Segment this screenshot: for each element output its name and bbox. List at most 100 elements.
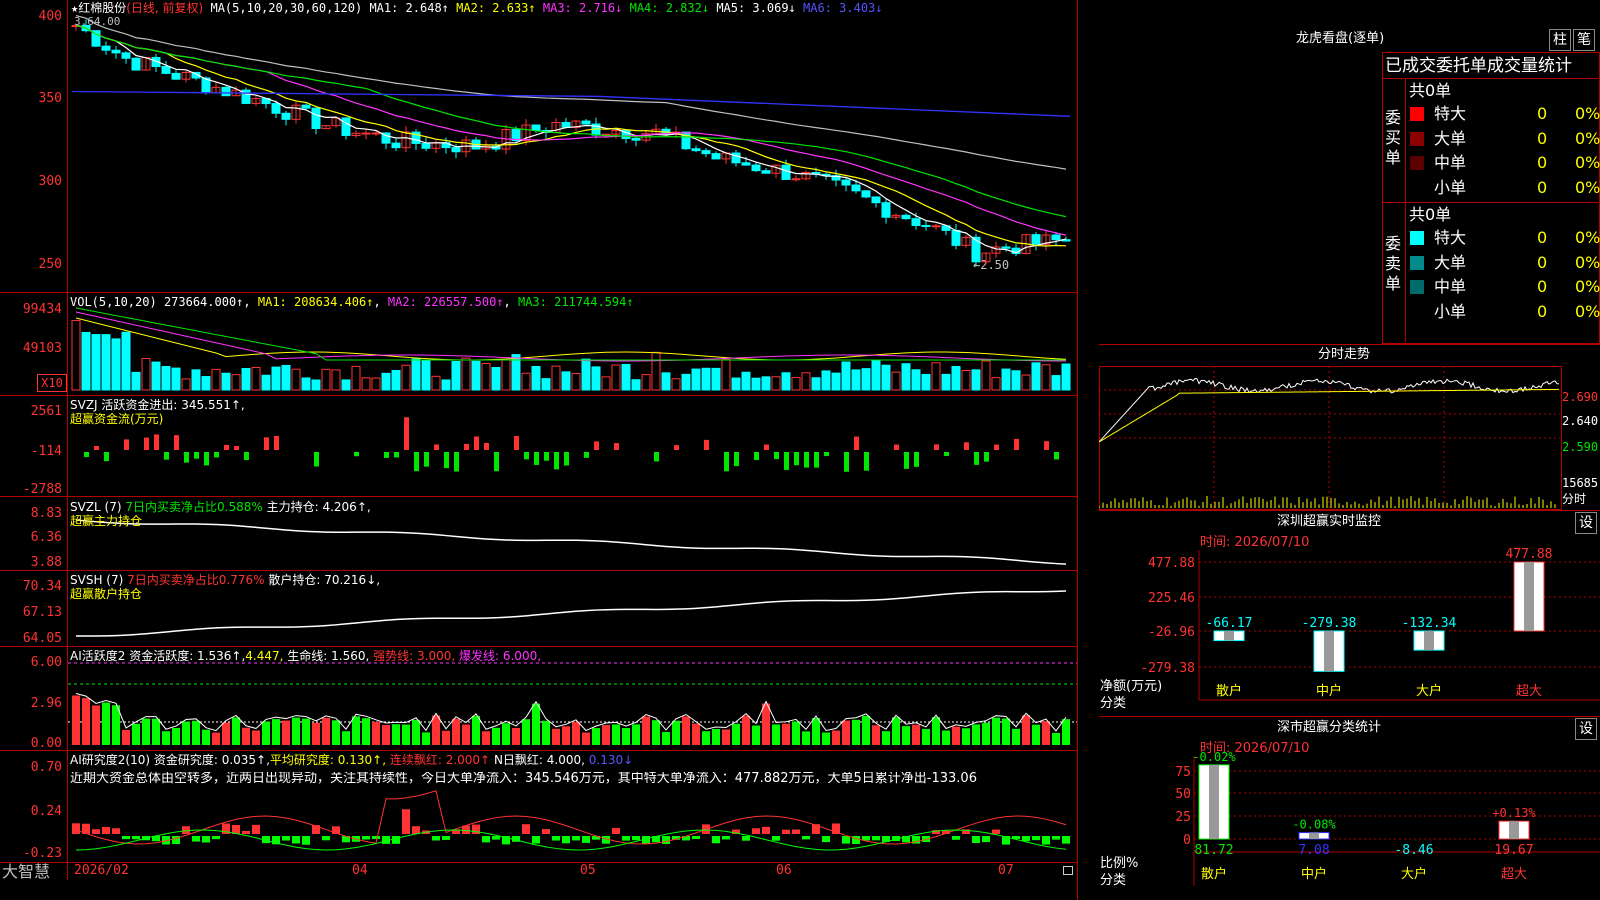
row-count: 0 (1537, 301, 1548, 321)
volume-bar (1001, 368, 1011, 391)
activity-bar (502, 723, 510, 745)
row-count: 0 (1537, 228, 1548, 247)
buy-side-label: 委买单 (1385, 108, 1402, 167)
volume-bar (721, 358, 731, 391)
flow-bar (804, 452, 809, 468)
research-bar (762, 826, 770, 834)
activity-bar (122, 729, 130, 745)
activity-bar (1052, 732, 1060, 745)
flow-bar (674, 445, 679, 450)
volume-bar (541, 378, 551, 391)
candle (751, 164, 761, 172)
legend-swatch (1410, 231, 1424, 245)
research-bar (822, 836, 830, 843)
candle (631, 138, 641, 141)
volume-bar (761, 376, 771, 391)
flow-bar (264, 437, 269, 450)
volume-bar (941, 373, 951, 391)
ma-line (75, 24, 1067, 236)
volume-bar (1021, 374, 1031, 391)
volume-bar (191, 369, 201, 391)
candles (71, 19, 1071, 266)
volume-bar (841, 361, 851, 391)
candle (851, 184, 861, 192)
research-bar (972, 836, 980, 843)
activity-bar (852, 719, 860, 745)
volume-bar (771, 376, 781, 391)
research-bar (122, 836, 130, 840)
vol-unit-badge[interactable]: X10 (37, 374, 67, 392)
activity-bar (942, 730, 950, 745)
volume-bar (451, 360, 461, 391)
row-label: 大单 (1434, 128, 1467, 148)
flow-bar (554, 452, 559, 470)
column-view-button[interactable]: 柱 (1549, 29, 1571, 51)
classify-value-label: 7.08 (1298, 843, 1329, 858)
activity-bar (312, 722, 320, 745)
volume-bar (621, 363, 631, 391)
activity-bar (762, 703, 770, 745)
volume-bar (931, 362, 941, 391)
flow-bar (614, 443, 619, 450)
flow-bar (314, 452, 319, 467)
activity-bar (142, 718, 150, 745)
tick-view-button[interactable]: 笔 (1573, 29, 1595, 51)
research-bar (872, 836, 880, 841)
activity-bar (452, 718, 460, 745)
research-bar (622, 836, 630, 841)
research-bar (402, 809, 410, 834)
classify-chart: 75 50 25 0 -0.02% 81.72 散户 -0.08% 7.08 中户 -8.46 大户 +… (1175, 750, 1600, 886)
activity-bar (1012, 728, 1020, 745)
flow-bar (414, 452, 419, 472)
activity-bar (602, 725, 610, 745)
volume-bar (581, 358, 591, 391)
research-bar (242, 830, 250, 834)
volume-bar (371, 377, 381, 391)
volume-bar (151, 361, 161, 391)
svsh-axis-label: 70.34 (22, 579, 62, 594)
research-bar (412, 826, 420, 834)
volume-bar (311, 379, 321, 391)
candle (561, 122, 571, 128)
flow-bar (464, 443, 469, 450)
volume-bar (871, 359, 881, 391)
flow-bar (454, 452, 459, 472)
activity-bar (672, 720, 680, 745)
volume-bar (791, 377, 801, 391)
monitor-category-label: 散户 (1216, 683, 1242, 699)
research-bar (392, 836, 400, 844)
flow-bar (244, 452, 249, 460)
ai2-axis-label: -0.23 (22, 846, 62, 861)
ai2-header: AI研究度2(10) 资金研究度: 0.035↑,平均研究度: 0.130↑, … (70, 753, 634, 767)
lock-icon[interactable] (1063, 866, 1073, 875)
flow-bar (594, 441, 599, 450)
research-bar (722, 836, 730, 840)
ai2-axis-label: 0.24 (30, 804, 62, 819)
volume-bar (121, 331, 131, 391)
activity-bar (802, 731, 810, 745)
activity-bar (572, 721, 580, 745)
activity-bar (202, 729, 210, 745)
activity-bar (892, 717, 900, 745)
row-pct: 0% (1575, 277, 1600, 296)
row-count: 0 (1537, 153, 1548, 172)
flow-bar (994, 444, 999, 450)
date-label: 05 (580, 863, 596, 878)
row-pct: 0% (1575, 252, 1600, 272)
candle (361, 132, 371, 135)
volume-bar (221, 372, 231, 391)
volume-bar (351, 365, 361, 391)
research-bar (742, 836, 750, 841)
flow-bar (754, 452, 759, 460)
classify-value-label: 81.72 (1194, 843, 1233, 858)
flow-bar (174, 435, 179, 450)
candle (951, 229, 961, 246)
volume-bar (261, 374, 271, 391)
volume-bar (611, 364, 621, 391)
volume-bar (431, 375, 441, 391)
flow-bar (724, 452, 729, 472)
flow-bar (854, 436, 859, 450)
activity-bar (392, 724, 400, 745)
volume-bar (981, 360, 991, 391)
activity-bar (732, 723, 740, 745)
